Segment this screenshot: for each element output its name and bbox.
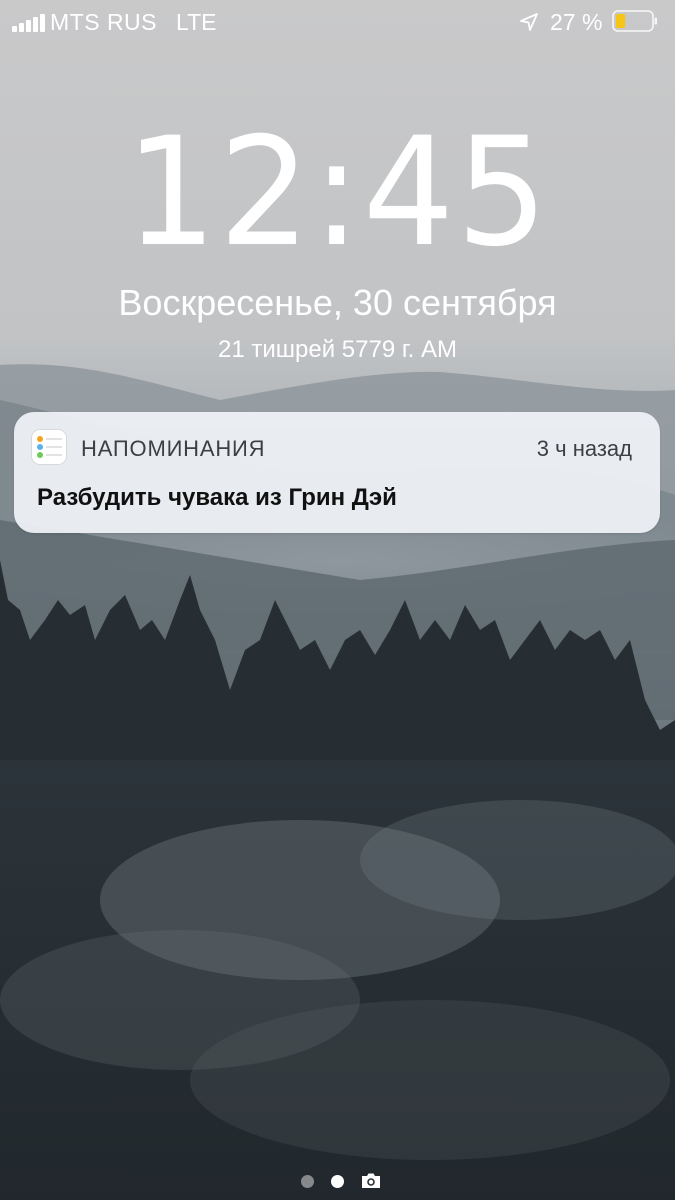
battery-icon [612, 10, 657, 32]
notification-time: 3 ч назад [536, 436, 632, 461]
alternate-calendar-date: 21 тишрей 5779 г. AM [217, 336, 457, 363]
page-dot-1[interactable] [301, 1175, 314, 1188]
reminder-notification[interactable]: НАПОМИНАНИЯ 3 ч назад Разбудить чувака и… [14, 412, 660, 533]
notification-message: Разбудить чувака из Грин Дэй [37, 484, 397, 511]
battery-percentage: 27 % [550, 9, 603, 35]
status-bar: MTS RUS LTE 27 % [0, 0, 675, 44]
reminders-app-icon [32, 430, 66, 464]
page-dot-2-current[interactable] [331, 1175, 344, 1188]
notification-app-name: НАПОМИНАНИЯ [81, 436, 266, 461]
carrier-name: MTS RUS [50, 9, 157, 35]
lock-screen-date: Воскресенье, 30 сентября [118, 282, 557, 323]
lock-screen-time: 12:45 [125, 106, 550, 280]
camera-icon[interactable] [360, 1172, 382, 1190]
page-indicator [0, 1170, 675, 1192]
network-type: LTE [176, 9, 217, 35]
location-arrow-icon [520, 13, 538, 31]
signal-icon [12, 12, 46, 32]
